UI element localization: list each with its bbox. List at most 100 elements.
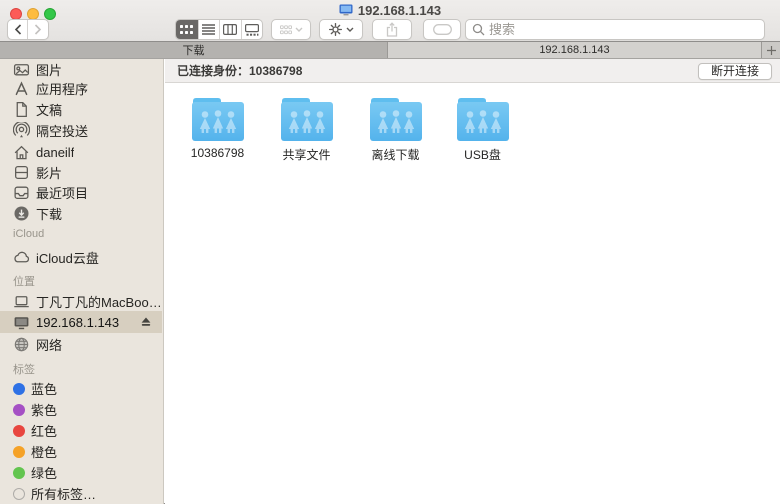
chevron-down-icon (295, 27, 303, 32)
recents-icon (13, 184, 30, 201)
sidebar-item-home[interactable]: daneilf (0, 142, 162, 163)
column-view-button[interactable] (219, 20, 241, 39)
sidebar-item-tag-green[interactable]: 绿色 (0, 462, 162, 483)
action-gear-button[interactable] (319, 19, 363, 40)
sidebar-item-label: 红色 (31, 421, 57, 440)
sidebar-item-label: 影片 (36, 163, 62, 182)
share-button[interactable] (372, 19, 412, 40)
tab-label: 192.168.1.143 (539, 44, 609, 56)
sidebar: 图片 应用程序 文稿 隔空投送 (0, 59, 164, 504)
sidebar-item-label: 橙色 (31, 442, 57, 461)
gear-icon (328, 22, 343, 37)
sidebar-item-tag-purple[interactable]: 紫色 (0, 399, 162, 420)
folder-name: USB盘 (464, 146, 501, 163)
sidebar-item-server-selected[interactable]: 192.168.1.143 (0, 311, 162, 333)
tag-blue-dot (13, 383, 25, 395)
sidebar-item-airdrop[interactable]: 隔空投送 (0, 120, 162, 141)
home-icon (13, 144, 30, 161)
shared-folder-icon (192, 97, 244, 143)
airdrop-icon (13, 122, 30, 139)
sidebar-item-label: 下载 (36, 204, 62, 223)
sidebar-item-macbook[interactable]: 丁凡丁凡的MacBook Pro (0, 291, 162, 312)
cloud-icon (13, 249, 30, 266)
photos-icon (13, 61, 30, 78)
search-field[interactable] (465, 19, 765, 40)
sidebar-item-all-tags[interactable]: 所有标签… (0, 483, 162, 504)
sidebar-item-recents[interactable]: 最近项目 (0, 182, 162, 203)
sidebar-item-label: iCloud云盘 (36, 248, 99, 267)
gallery-view-button[interactable] (241, 20, 263, 39)
search-icon (472, 23, 485, 36)
documents-icon (13, 101, 30, 118)
globe-icon (13, 336, 30, 353)
disconnect-button[interactable]: 断开连接 (698, 63, 772, 80)
sidebar-item-photos[interactable]: 图片 (0, 59, 162, 80)
movies-icon (13, 164, 30, 181)
sidebar-item-label: daneilf (36, 145, 74, 160)
laptop-icon (13, 293, 30, 310)
connection-status-bar: 已连接身份：10386798 断开连接 (165, 59, 780, 83)
eject-icon[interactable] (140, 316, 152, 328)
icon-view-button[interactable] (176, 20, 198, 39)
tag-purple-dot (13, 404, 25, 416)
tab-downloads[interactable]: 下载 (0, 42, 388, 58)
tag-all-dot (13, 488, 25, 500)
tag-oval-icon (433, 24, 452, 35)
sidebar-item-network[interactable]: 网络 (0, 334, 162, 355)
sidebar-item-applications[interactable]: 应用程序 (0, 78, 162, 99)
sidebar-item-downloads[interactable]: 下载 (0, 203, 162, 224)
sidebar-item-tag-red[interactable]: 红色 (0, 420, 162, 441)
search-input[interactable] (489, 22, 758, 37)
applications-icon (13, 80, 30, 97)
sidebar-item-tag-blue[interactable]: 蓝色 (0, 378, 162, 399)
list-view-button[interactable] (198, 20, 220, 39)
folder-name: 离线下载 (371, 146, 419, 163)
shared-folder-icon (457, 97, 509, 143)
sidebar-section-tags: 标签 (13, 361, 35, 376)
sidebar-item-label: 最近项目 (36, 183, 88, 202)
title-bar: 192.168.1.143 (0, 0, 780, 41)
window-title-text: 192.168.1.143 (358, 3, 441, 18)
new-tab-button[interactable] (761, 42, 780, 58)
navigation-buttons (7, 19, 49, 40)
window-title: 192.168.1.143 (0, 2, 780, 18)
sidebar-item-label: 绿色 (31, 463, 57, 482)
sidebar-item-movies[interactable]: 影片 (0, 162, 162, 183)
tag-button[interactable] (423, 19, 461, 40)
back-button[interactable] (8, 20, 28, 39)
downloads-icon (13, 205, 30, 222)
sidebar-item-label: 所有标签… (31, 484, 96, 503)
folder-offline-downloads[interactable]: 离线下载 (351, 97, 440, 163)
tag-red-dot (13, 425, 25, 437)
sidebar-item-label: 蓝色 (31, 379, 57, 398)
folder-10386798[interactable]: 10386798 (173, 97, 262, 160)
server-display-icon (339, 4, 353, 17)
sidebar-item-label: 网络 (36, 335, 62, 354)
sidebar-section-icloud: iCloud (13, 228, 44, 243)
shared-folder-icon (370, 97, 422, 143)
view-mode-segmented-control (175, 19, 263, 40)
tab-label: 下载 (183, 42, 205, 58)
display-icon (13, 314, 30, 331)
tag-green-dot (13, 467, 25, 479)
sidebar-item-label: 紫色 (31, 400, 57, 419)
sidebar-item-label: 文稿 (36, 100, 62, 119)
sidebar-item-icloud-drive[interactable]: iCloud云盘 (0, 247, 162, 268)
sidebar-item-label: 隔空投送 (36, 121, 88, 140)
sidebar-item-tag-orange[interactable]: 橙色 (0, 441, 162, 462)
tab-bar: 下载 192.168.1.143 (0, 41, 780, 59)
sidebar-section-locations: 位置 (13, 273, 35, 288)
sidebar-item-documents[interactable]: 文稿 (0, 99, 162, 120)
folder-name: 10386798 (191, 146, 244, 160)
group-items-button[interactable] (271, 19, 311, 40)
connected-identity-text: 已连接身份：10386798 (177, 59, 302, 83)
sidebar-item-label: 应用程序 (36, 79, 88, 98)
folder-shared-files[interactable]: 共享文件 (262, 97, 351, 163)
finder-window: 192.168.1.143 (0, 0, 780, 504)
sidebar-item-label: 192.168.1.143 (36, 315, 119, 330)
folder-usb-disk[interactable]: USB盘 (438, 97, 527, 163)
tab-server[interactable]: 192.168.1.143 (388, 42, 761, 58)
share-icon (385, 22, 399, 37)
forward-button[interactable] (28, 20, 48, 39)
file-browser-area[interactable]: 已连接身份：10386798 断开连接 (165, 59, 780, 504)
